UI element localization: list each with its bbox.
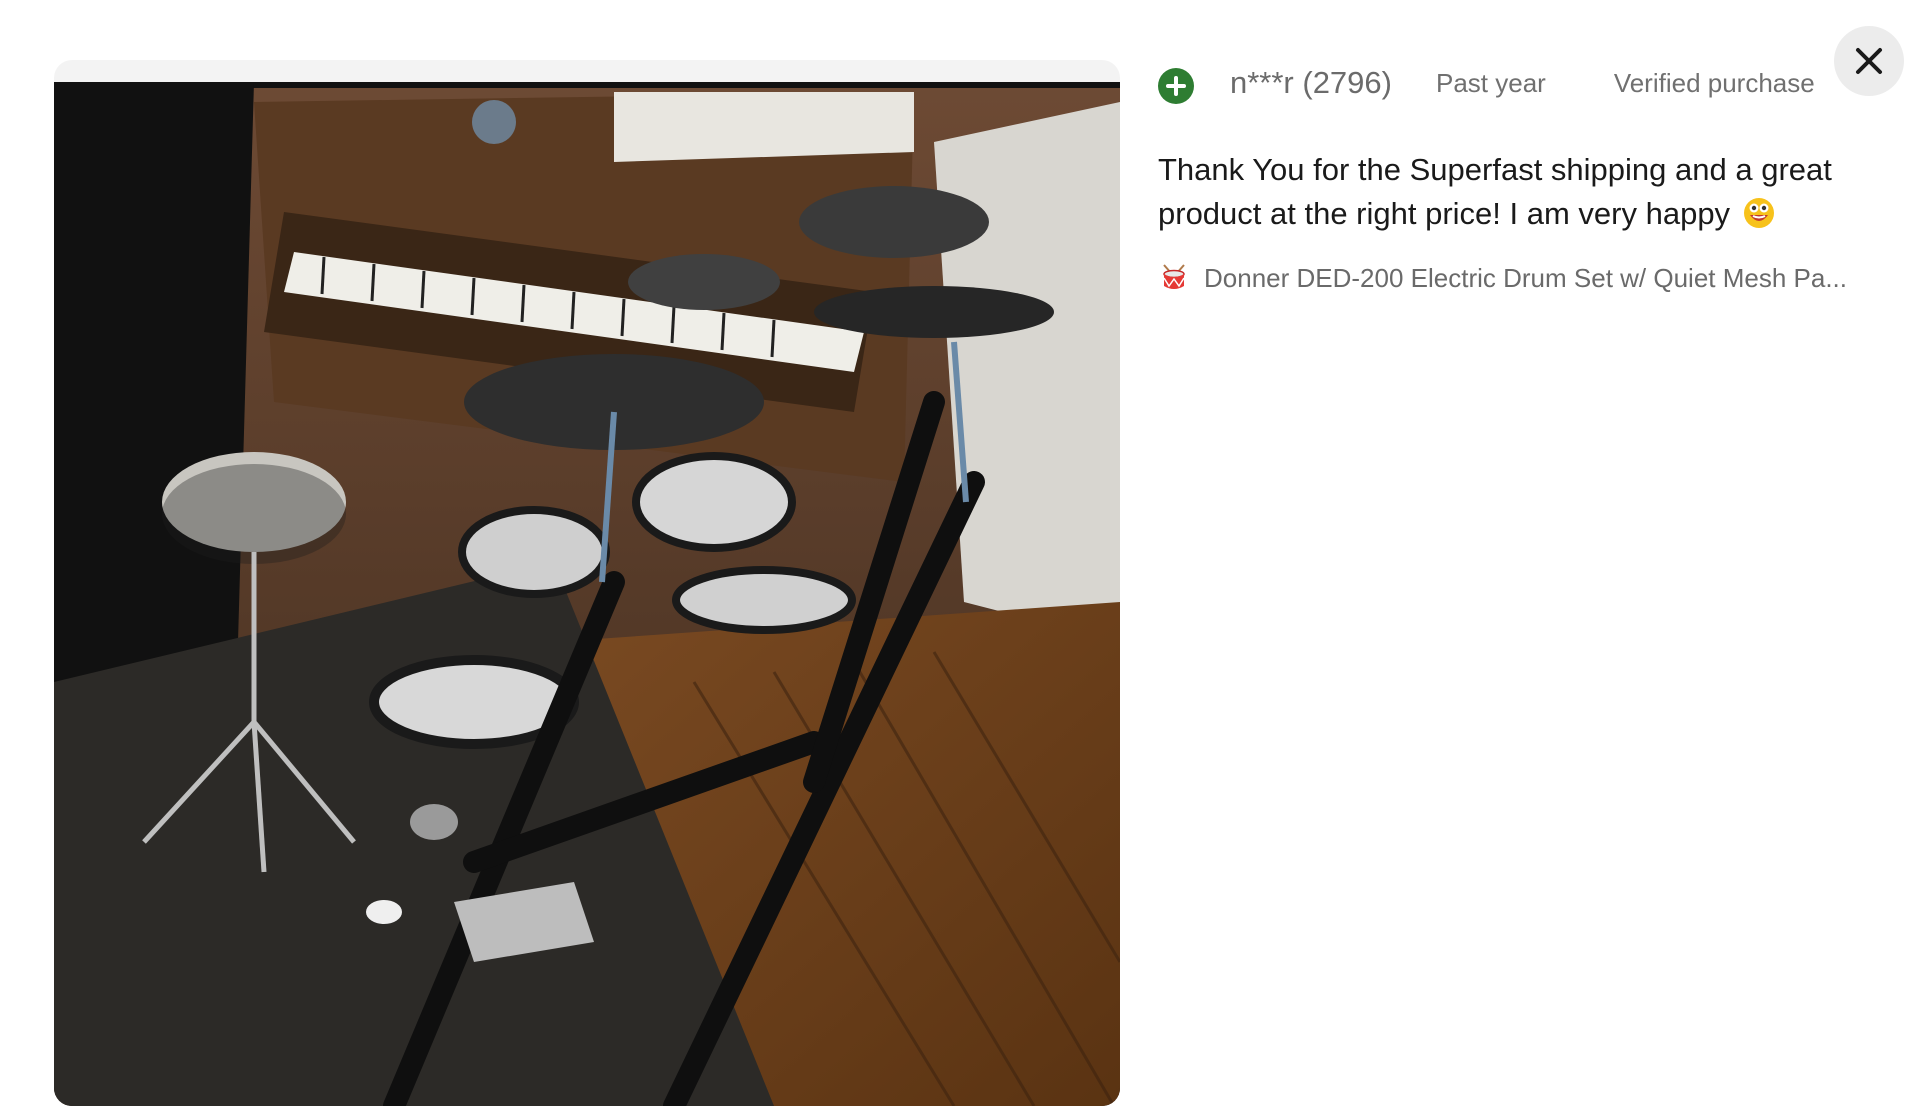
drum-kit-photo-icon xyxy=(54,82,1120,1106)
verified-purchase-label: Verified purchase xyxy=(1613,67,1815,98)
grinning-face-icon xyxy=(1743,198,1774,228)
review-body: Thank You for the Superfast shipping and… xyxy=(1158,148,1878,236)
product-link[interactable]: Donner DED-200 Electric Drum Set w/ Quie… xyxy=(1204,263,1874,294)
drum-icon xyxy=(1163,264,1185,289)
reviewer-name: n***r (2796) xyxy=(1230,65,1392,100)
review-photo-frame xyxy=(54,60,1120,1106)
review-photo-modal: n***r (2796) Past year Verified purchase… xyxy=(0,0,1917,1111)
product-reference[interactable]: Donner DED-200 Electric Drum Set w/ Quie… xyxy=(1158,262,1878,294)
review-period: Past year xyxy=(1435,67,1546,98)
plus-circle-icon xyxy=(1158,68,1194,104)
close-icon xyxy=(1856,48,1882,74)
close-button[interactable] xyxy=(1834,26,1904,96)
review-meta: n***r (2796) Past year Verified purchase xyxy=(1158,60,1858,106)
review-text: Thank You for the Superfast shipping and… xyxy=(1158,152,1832,231)
review-photo[interactable] xyxy=(54,82,1120,1106)
